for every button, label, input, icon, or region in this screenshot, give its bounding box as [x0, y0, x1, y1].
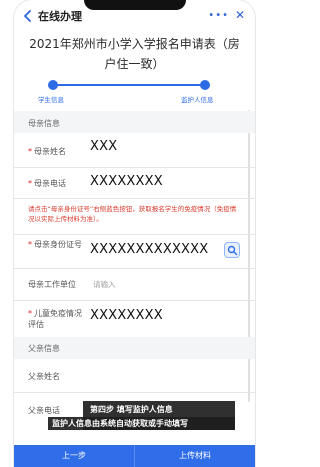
mother-name-field[interactable]: XXX: [90, 139, 117, 154]
step-line: [52, 84, 206, 86]
back-icon[interactable]: [22, 9, 34, 23]
required-mark: *: [28, 179, 32, 188]
upload-materials-button[interactable]: 上传材料: [135, 445, 255, 467]
step-dot-guardian: [200, 80, 210, 90]
bottom-action-bar: 上一步 上传材料: [14, 445, 255, 467]
more-icon[interactable]: •••: [208, 10, 229, 21]
mother-name-label: * 母亲姓名: [28, 147, 66, 156]
mother-phone-field[interactable]: XXXXXXXX: [90, 174, 163, 189]
tutorial-caption-line1: 第四步 填写监护人信息: [90, 405, 173, 414]
search-icon: [227, 245, 238, 256]
divider: [14, 268, 255, 269]
required-mark: *: [28, 147, 32, 156]
immunization-warning: 请点击“母亲身份证号”右侧蓝色按钮，获取报名学生的免疫情况（免疫情况以实际上传材…: [28, 205, 237, 223]
step-dot-student: [48, 80, 58, 90]
divider: [14, 300, 255, 301]
step-progress: 学生信息 监护人信息: [14, 76, 255, 110]
step-label-guardian: 监护人信息: [181, 96, 214, 104]
mother-work-label: 母亲工作单位: [28, 280, 76, 289]
tutorial-caption-line2: 监护人信息由系统自动获取或手动填写: [52, 419, 188, 428]
navbar: 在线办理 ••• ✕: [14, 0, 255, 34]
divider: [14, 167, 255, 168]
father-section-title: 父亲信息: [28, 344, 60, 353]
step-label-student: 学生信息: [38, 96, 64, 104]
nav-title: 在线办理: [38, 10, 82, 23]
mother-work-input[interactable]: 请输入: [93, 279, 116, 290]
mother-id-field[interactable]: XXXXXXXXXXXXX: [90, 242, 208, 257]
father-name-label: 父亲姓名: [28, 372, 60, 381]
mother-id-label: * 母亲身份证号: [28, 240, 82, 249]
immune-label: * 儿童免疫情况评估: [28, 309, 82, 329]
tutorial-caption-bottom: 监护人信息由系统自动获取或手动填写: [48, 417, 235, 430]
divider: [14, 234, 255, 235]
required-mark: *: [28, 240, 32, 249]
mother-section-title: 母亲信息: [28, 119, 60, 128]
required-mark: *: [28, 309, 32, 318]
close-icon[interactable]: ✕: [235, 8, 245, 22]
immune-field[interactable]: XXXXXXXX: [90, 308, 163, 323]
mother-phone-label: * 母亲电话: [28, 179, 66, 188]
fetch-immunization-button[interactable]: [224, 242, 240, 258]
divider: [14, 198, 255, 199]
phone-frame: 在线办理 ••• ✕ 2021年郑州市小学入学报名申请表（房户住一致） 学生信息…: [14, 0, 255, 467]
father-phone-label: 父亲电话: [28, 406, 60, 415]
divider: [14, 392, 255, 393]
page-title: 2021年郑州市小学入学报名申请表（房户住一致）: [29, 37, 240, 71]
previous-step-button[interactable]: 上一步: [14, 445, 135, 467]
